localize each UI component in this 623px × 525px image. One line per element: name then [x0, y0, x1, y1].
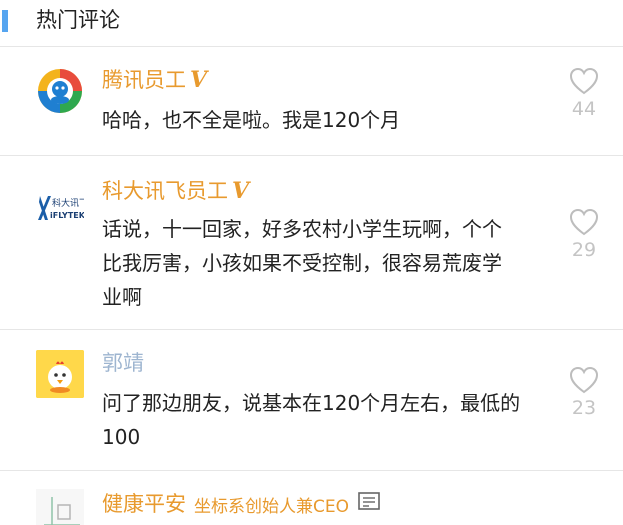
svg-text:科大讯飞: 科大讯飞 — [52, 197, 84, 209]
heart-icon — [569, 208, 599, 236]
comment-text: 问了那边朋友，说基本在120个月左右，最低的100 — [102, 391, 521, 449]
heart-icon — [569, 67, 599, 95]
tencent-news-logo-icon[interactable] — [36, 67, 84, 115]
author-row: 健康平安 坐标系创始人兼CEO — [102, 489, 381, 519]
comment-item: 科大讯飞 iFLYTEK 科大讯飞员工 V 话说，十一回家，好多农村小学生玩啊，个… — [0, 156, 623, 328]
author-row: 科大讯飞员工 V — [102, 176, 249, 206]
like-count: 44 — [571, 98, 597, 120]
heart-icon — [569, 366, 599, 394]
like-count: 23 — [571, 397, 597, 419]
comment-item: 郭靖 问了那边朋友，说基本在120个月左右，最低的100 23 — [0, 330, 623, 470]
author-name[interactable]: 郭靖 — [102, 351, 144, 375]
section-header: 热门评论 — [0, 0, 623, 44]
author-name[interactable]: 健康平安 — [102, 492, 186, 516]
author-row: 腾讯员工 V — [102, 65, 207, 95]
author-name[interactable]: 腾讯员工 — [102, 68, 186, 92]
accent-bar — [2, 10, 8, 32]
svg-text:iFLYTEK: iFLYTEK — [50, 211, 84, 220]
author-row: 郭靖 — [102, 348, 144, 378]
chicken-cartoon-icon[interactable] — [36, 350, 84, 398]
comment-text: 哈哈，也不全是啦。我是120个月 — [102, 108, 401, 132]
section-title: 热门评论 — [36, 8, 120, 32]
comment-item: 腾讯员工 V 哈哈，也不全是啦。我是120个月 44 — [0, 47, 623, 155]
verified-badge: V — [232, 178, 250, 204]
like-button[interactable]: 23 — [566, 366, 602, 420]
iflytek-logo-icon[interactable]: 科大讯飞 iFLYTEK — [36, 184, 84, 232]
like-button[interactable]: 29 — [566, 208, 602, 262]
comment-text: 话说，十一回家，好多农村小学生玩啊，个个比我厉害，小孩如果不受控制，很容易荒废学… — [102, 217, 502, 309]
grid-logo-icon[interactable] — [36, 489, 84, 525]
like-button[interactable]: 44 — [566, 67, 602, 121]
like-count: 29 — [571, 239, 597, 261]
author-title: 坐标系创始人兼CEO — [194, 496, 349, 517]
author-name[interactable]: 科大讯飞员工 — [102, 179, 228, 203]
hot-comments-page: 热门评论 腾讯员工 V 哈哈，也不全是啦。我是120个月 44 科大讯飞 iFL… — [0, 0, 623, 525]
document-icon[interactable] — [357, 491, 381, 517]
comment-item: 健康平安 坐标系创始人兼CEO — [0, 471, 623, 525]
verified-badge: V — [190, 67, 208, 93]
